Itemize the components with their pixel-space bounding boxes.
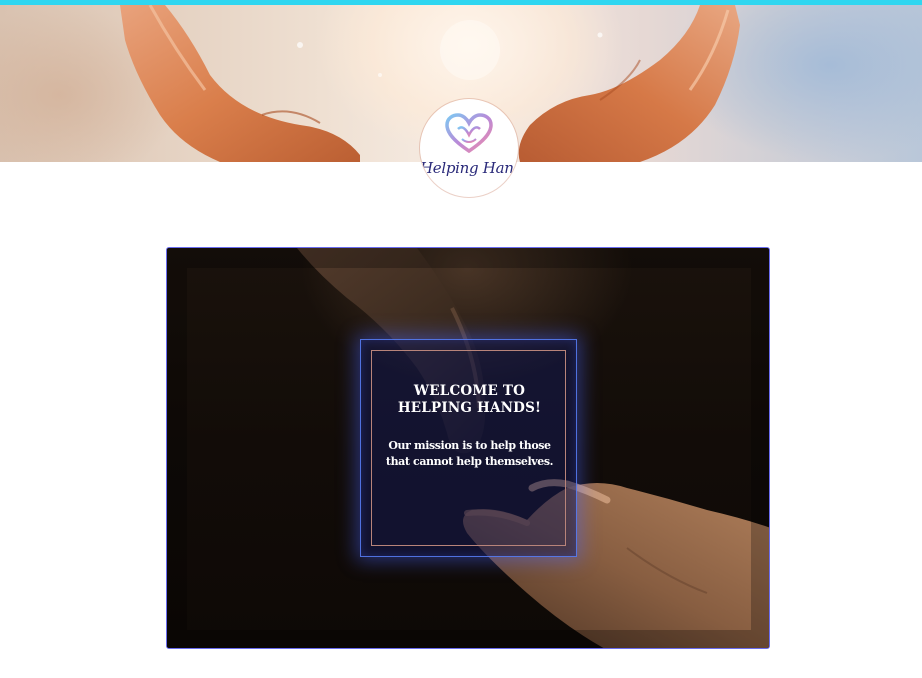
welcome-feature-card: WELCOME TO HELPING HANDS! Our mission is…: [166, 247, 770, 649]
heart-logo-icon: [445, 113, 493, 154]
right-hand: [518, 5, 740, 162]
logo-wordmark: Helping Hand: [420, 159, 518, 177]
welcome-message-frame: WELCOME TO HELPING HANDS! Our mission is…: [371, 350, 566, 546]
welcome-heading-line2: HELPING HANDS!: [397, 400, 542, 416]
welcome-heading-line1: WELCOME TO: [413, 383, 526, 399]
brand-logo[interactable]: Helping Hand: [420, 99, 518, 197]
welcome-heading: WELCOME TO HELPING HANDS!: [372, 383, 567, 417]
mission-statement: Our mission is to help those that cannot…: [372, 438, 567, 470]
left-hand: [120, 5, 360, 162]
mission-line1: Our mission is to help those: [388, 439, 551, 452]
mission-line2: that cannot help themselves.: [385, 455, 554, 468]
welcome-message-box: WELCOME TO HELPING HANDS! Our mission is…: [360, 339, 577, 557]
